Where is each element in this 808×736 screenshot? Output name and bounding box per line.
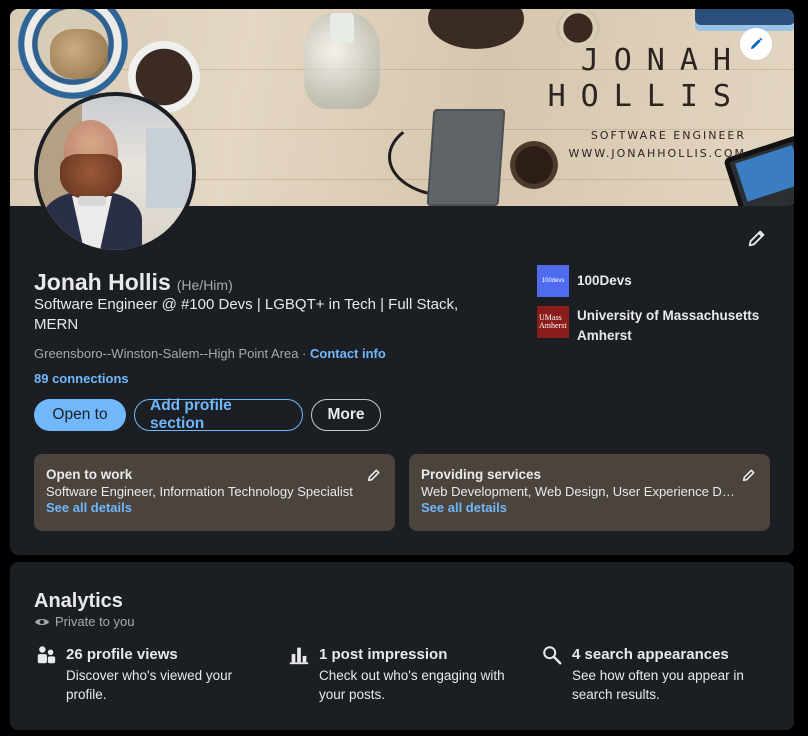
profile-pronouns: (He/Him) bbox=[176, 277, 233, 293]
banner-name-line1: JONAH bbox=[580, 43, 746, 78]
organizations-list: 100devs 100Devs UMass Amherst University… bbox=[537, 265, 777, 355]
metric-post-impressions[interactable]: 1 post impression Check out who's engagi… bbox=[287, 644, 519, 704]
profile-card: JONAH HOLLIS SOFTWARE ENGINEER WWW.JONAH… bbox=[10, 9, 794, 555]
banner-teapot bbox=[428, 9, 524, 49]
metric-title: 26 profile views bbox=[66, 646, 178, 663]
open-to-button[interactable]: Open to bbox=[34, 399, 126, 431]
edit-providing-services-button[interactable] bbox=[740, 466, 758, 484]
open-to-work-title: Open to work bbox=[46, 467, 133, 482]
search-icon bbox=[540, 644, 564, 668]
analytics-card: Analytics Private to you 26 profile view… bbox=[10, 562, 794, 730]
contact-info-link[interactable]: Contact info bbox=[310, 346, 386, 361]
open-to-work-text: Software Engineer, Information Technolog… bbox=[46, 484, 353, 499]
banner-nuts bbox=[50, 29, 108, 79]
org-name: 100Devs bbox=[577, 273, 632, 288]
people-icon bbox=[34, 644, 58, 668]
metric-description: Discover who's viewed your profile. bbox=[66, 668, 233, 702]
pencil-icon bbox=[367, 469, 380, 482]
banner-bowl bbox=[510, 141, 558, 189]
metric-title: 4 search appearances bbox=[572, 646, 729, 663]
avatar-photo bbox=[38, 96, 192, 250]
pencil-icon bbox=[742, 469, 755, 482]
banner-laptop bbox=[695, 9, 794, 31]
metric-title: 1 post impression bbox=[319, 646, 448, 663]
org-item-100devs[interactable]: 100devs 100Devs bbox=[537, 265, 777, 297]
edit-banner-button[interactable] bbox=[740, 28, 772, 60]
profile-actions: Open to Add profile section More bbox=[34, 397, 381, 432]
edit-open-to-work-button[interactable] bbox=[365, 466, 383, 484]
bar-chart-icon bbox=[287, 644, 311, 668]
org-name: University of Massachusetts Amherst bbox=[577, 308, 760, 343]
see-all-details-link[interactable]: See all details bbox=[421, 500, 758, 515]
banner-name: JONAH HOLLIS bbox=[548, 43, 746, 115]
100devs-logo: 100devs bbox=[537, 265, 569, 297]
providing-services-box[interactable]: Providing services Web Development, Web … bbox=[409, 454, 770, 531]
umass-logo: UMass Amherst bbox=[537, 306, 569, 338]
see-all-details-link[interactable]: See all details bbox=[46, 500, 383, 515]
name-row: Jonah Hollis (He/Him) bbox=[34, 269, 233, 296]
location-separator: · bbox=[298, 346, 310, 361]
edit-intro-button[interactable] bbox=[743, 224, 771, 252]
banner-powerbank bbox=[426, 109, 506, 206]
analytics-privacy: Private to you bbox=[34, 614, 135, 629]
profile-headline: Software Engineer @ #100 Devs | LGBQT+ i… bbox=[34, 296, 459, 333]
privacy-text: Private to you bbox=[55, 614, 135, 629]
eye-icon bbox=[35, 618, 49, 625]
add-profile-section-button[interactable]: Add profile section bbox=[134, 397, 303, 432]
providing-services-text: Web Development, Web Design, User Experi… bbox=[421, 484, 737, 499]
metric-description: Check out who's engaging with your posts… bbox=[319, 668, 505, 702]
analytics-title: Analytics bbox=[34, 590, 123, 612]
pencil-icon bbox=[748, 230, 765, 247]
metric-description: See how often you appear in search resul… bbox=[572, 668, 744, 702]
metric-profile-views[interactable]: 26 profile views Discover who's viewed y… bbox=[34, 644, 266, 704]
banner-subtitle: SOFTWARE ENGINEER WWW.JONAHHOLLIS.COM bbox=[568, 127, 746, 163]
connections-link[interactable]: 89 connections bbox=[34, 371, 129, 386]
profile-location: Greensboro--Winston-Salem--High Point Ar… bbox=[34, 346, 299, 361]
location-row: Greensboro--Winston-Salem--High Point Ar… bbox=[34, 346, 386, 361]
pencil-icon bbox=[751, 37, 763, 49]
metric-search-appearances[interactable]: 4 search appearances See how often you a… bbox=[540, 644, 772, 704]
banner-title: SOFTWARE ENGINEER bbox=[590, 129, 746, 142]
open-to-work-box[interactable]: Open to work Software Engineer, Informat… bbox=[34, 454, 395, 531]
banner-name-line2: HOLLIS bbox=[547, 79, 746, 114]
org-item-umass[interactable]: UMass Amherst University of Massachusett… bbox=[537, 306, 777, 346]
banner-website: WWW.JONAHHOLLIS.COM bbox=[568, 147, 746, 160]
avatar[interactable] bbox=[34, 92, 196, 254]
profile-name: Jonah Hollis bbox=[34, 269, 171, 295]
providing-services-title: Providing services bbox=[421, 467, 542, 482]
more-button[interactable]: More bbox=[311, 399, 381, 431]
